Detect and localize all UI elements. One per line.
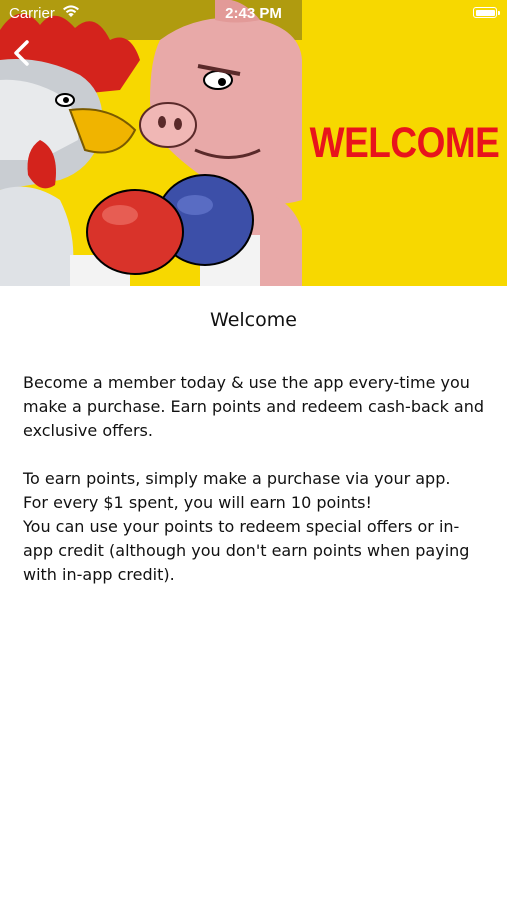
rooster-vs-pig-illustration <box>0 0 302 286</box>
battery-icon <box>473 7 500 18</box>
back-button[interactable] <box>6 38 36 68</box>
welcome-banner-text: WELCOME <box>309 118 500 166</box>
status-bar: Carrier 2:43 PM <box>0 0 507 28</box>
page-title: Welcome <box>210 309 297 331</box>
points-info-line-3: You can use your points to redeem specia… <box>23 517 470 584</box>
welcome-description: Become a member today & use the app ever… <box>23 371 487 587</box>
chevron-left-icon <box>14 40 29 66</box>
points-info-line-1: To earn points, simply make a purchase v… <box>23 469 451 488</box>
points-info-line-2: For every $1 spent, you will earn 10 poi… <box>23 493 372 512</box>
status-time: 2:43 PM <box>225 5 282 22</box>
membership-paragraph: Become a member today & use the app ever… <box>23 373 485 440</box>
welcome-banner-text-container: WELCOME <box>302 0 507 286</box>
hero-banner: WELCOME <box>0 0 507 286</box>
